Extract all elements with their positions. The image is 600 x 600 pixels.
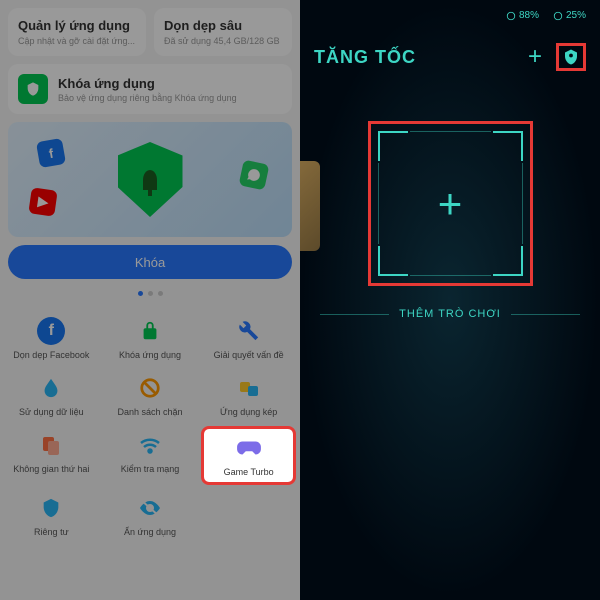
label: Ẩn ứng dụng <box>124 527 176 537</box>
battery-status: 88% <box>506 10 539 21</box>
label: Sử dụng dữ liệu <box>19 407 84 417</box>
corner-decoration <box>378 131 408 161</box>
tools-grid: f Dọn dẹp Facebook Khóa ứng dụng Giải qu… <box>0 304 300 550</box>
block-icon <box>136 374 164 402</box>
keyhole-icon <box>143 170 157 190</box>
lock-subtitle: Bảo vệ ứng dụng riêng bằng Khóa ứng dụng <box>58 93 282 103</box>
label: Kiểm tra mạng <box>121 464 180 474</box>
promo-banner: f ▶ <box>8 122 292 237</box>
shield-graphic <box>118 142 183 217</box>
divider-line <box>320 314 389 315</box>
corner-decoration <box>493 246 523 276</box>
battery-value: 88% <box>519 10 539 21</box>
card-subtitle: Đã sử dụng 45,4 GB/128 GB <box>164 36 282 46</box>
copy-icon <box>37 431 65 459</box>
add-icon[interactable]: + <box>528 43 542 71</box>
frame-line <box>378 163 379 244</box>
settings-icon <box>562 48 580 66</box>
top-cards: Quản lý ứng dụng Cập nhật và gỡ cài đặt … <box>0 0 300 64</box>
grid-item-app-lock[interactable]: Khóa ứng dụng <box>103 312 198 365</box>
card-subtitle: Cập nhật và gỡ cài đặt ứng... <box>18 36 136 46</box>
game-turbo-panel: 88% 25% TĂNG TỐC + <box>300 0 600 600</box>
game-thumbnail-partial[interactable] <box>300 161 320 251</box>
dot <box>148 291 153 296</box>
card-title: Quản lý ứng dụng <box>18 18 136 33</box>
grid-item-solve[interactable]: Giải quyết vấn đề <box>201 312 296 365</box>
corner-decoration <box>493 131 523 161</box>
add-game-slot[interactable]: + <box>368 121 533 286</box>
card-title: Dọn dẹp sâu <box>164 18 282 33</box>
label: Game Turbo <box>224 467 274 477</box>
slot-frame: + <box>378 131 523 276</box>
eye-off-icon <box>136 494 164 522</box>
header-actions: + <box>528 43 586 71</box>
wrench-icon <box>235 317 263 345</box>
grid-item-private[interactable]: Riêng tư <box>4 489 99 542</box>
lock-icon <box>136 317 164 345</box>
label: Riêng tư <box>34 527 69 537</box>
corner-decoration <box>378 246 408 276</box>
droplet-icon <box>37 374 65 402</box>
grid-item-game-turbo[interactable]: Game Turbo <box>201 426 296 485</box>
frame-line <box>522 163 523 244</box>
grid-item-blocklist[interactable]: Danh sách chặn <box>103 369 198 422</box>
plus-icon: + <box>438 180 463 228</box>
privacy-shield-icon <box>37 494 65 522</box>
frame-line <box>410 275 491 276</box>
label: Ứng dụng kép <box>220 407 277 417</box>
label: Danh sách chặn <box>117 407 182 417</box>
game-slot-area: + <box>300 121 600 286</box>
header: TĂNG TỐC + <box>300 25 600 81</box>
page-title: TĂNG TỐC <box>314 47 416 68</box>
dot <box>138 291 143 296</box>
dual-apps-icon <box>235 374 263 402</box>
grid-item-network-test[interactable]: Kiểm tra mạng <box>103 426 198 485</box>
whatsapp-icon <box>239 160 270 191</box>
divider-line <box>511 314 580 315</box>
settings-button[interactable] <box>556 43 586 71</box>
frame-line <box>410 131 491 132</box>
label: Giải quyết vấn đề <box>214 350 284 360</box>
wifi-icon <box>136 431 164 459</box>
status-bar: 88% 25% <box>300 0 600 25</box>
dot <box>158 291 163 296</box>
app-lock-card[interactable]: Khóa ứng dụng Bảo vệ ứng dụng riêng bằng… <box>8 64 292 114</box>
facebook-icon: f <box>37 317 65 345</box>
signal-status: 25% <box>553 10 586 21</box>
grid-item-hide-apps[interactable]: Ẩn ứng dụng <box>103 489 198 542</box>
divider-label: THÊM TRÒ CHƠI <box>399 308 501 320</box>
label: Không gian thứ hai <box>13 464 89 474</box>
grid-item-dual-apps[interactable]: Ứng dụng kép <box>201 369 296 422</box>
grid-item-second-space[interactable]: Không gian thứ hai <box>4 426 99 485</box>
manage-apps-card[interactable]: Quản lý ứng dụng Cập nhật và gỡ cài đặt … <box>8 8 146 56</box>
label: Dọn dẹp Facebook <box>13 350 89 360</box>
lock-button[interactable]: Khóa <box>8 245 292 279</box>
shield-icon <box>18 74 48 104</box>
label: Khóa ứng dụng <box>119 350 181 360</box>
page-indicator <box>0 287 300 304</box>
divider: THÊM TRÒ CHƠI <box>300 308 600 320</box>
facebook-icon: f <box>36 138 66 168</box>
grid-item-facebook-cleaner[interactable]: f Dọn dẹp Facebook <box>4 312 99 365</box>
youtube-icon: ▶ <box>28 187 57 216</box>
grid-item-data-usage[interactable]: Sử dụng dữ liệu <box>4 369 99 422</box>
lock-title: Khóa ứng dụng <box>58 76 282 91</box>
lock-info: Khóa ứng dụng Bảo vệ ứng dụng riêng bằng… <box>58 76 282 103</box>
deep-clean-card[interactable]: Dọn dẹp sâu Đã sử dụng 45,4 GB/128 GB <box>154 8 292 56</box>
signal-value: 25% <box>566 10 586 21</box>
gamepad-icon <box>235 434 263 462</box>
security-app-panel: Quản lý ứng dụng Cập nhật và gỡ cài đặt … <box>0 0 300 600</box>
